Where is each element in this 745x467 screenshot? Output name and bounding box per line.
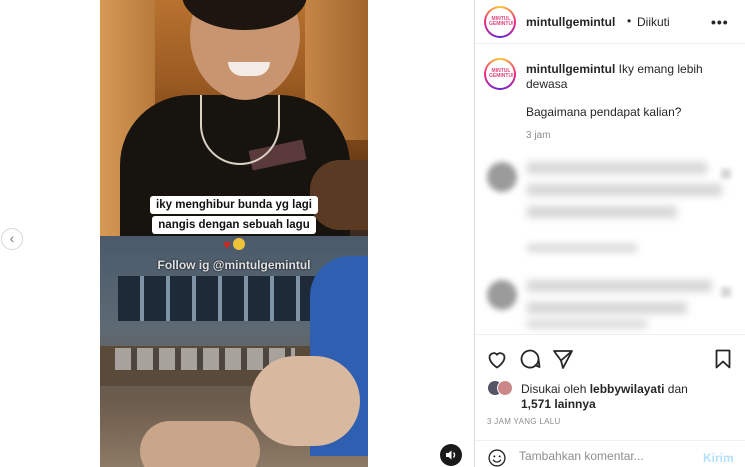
post-timestamp[interactable]: 3 JAM YANG LALU	[487, 417, 561, 426]
post-media-area: ‹ iky menghibur bunda yg lagi nangis den…	[0, 0, 475, 467]
bookmark-icon[interactable]	[711, 347, 735, 371]
blurred-like-icon	[721, 287, 731, 297]
caption-question: Bagaimana pendapat kalian?	[526, 105, 682, 119]
more-options-icon[interactable]: •••	[711, 14, 729, 30]
liker-username[interactable]: lebbywilayati	[590, 382, 665, 396]
avatar-logo-text: MINTUL GEMINTUL	[489, 16, 514, 27]
post-header: MINTUL GEMINTUL mintullgemintul • Diikut…	[475, 0, 745, 44]
blurred-comment-line	[527, 162, 707, 174]
emoji-icon[interactable]	[487, 448, 507, 467]
caption-text: mintullgemintul Iky emang lebih dewasa	[526, 62, 731, 92]
video-watermark: Follow ig @mintulgemintul	[157, 258, 311, 272]
blurred-comment-line	[527, 184, 722, 196]
blurred-comment-line	[527, 302, 687, 314]
video-caption-line: iky menghibur bunda yg lagi	[150, 196, 318, 214]
audio-toggle-button[interactable]	[440, 444, 462, 466]
avatar-logo-text: MINTUL GEMINTUL	[489, 68, 514, 79]
likes-joiner: dan	[667, 382, 688, 396]
comments-list[interactable]: MINTUL GEMINTUL mintullgemintul Iky eman…	[475, 44, 745, 334]
post-video[interactable]: iky menghibur bunda yg lagi nangis denga…	[100, 0, 368, 467]
caption-username[interactable]: mintullgemintul	[526, 62, 615, 76]
caption-emoji: ♥	[100, 237, 368, 252]
author-username[interactable]: mintullgemintul	[526, 15, 615, 29]
blurred-avatar	[487, 162, 517, 192]
follow-status-button[interactable]: Diikuti	[637, 15, 670, 29]
post-side-panel: MINTUL GEMINTUL mintullgemintul • Diikut…	[475, 0, 745, 467]
likes-count[interactable]: 1,571 lainnya	[521, 397, 596, 411]
comment-icon[interactable]	[518, 347, 542, 371]
blurred-comment-meta	[527, 320, 647, 328]
caption-timestamp[interactable]: 3 jam	[526, 130, 550, 141]
instagram-post-view: ‹ iky menghibur bunda yg lagi nangis den…	[0, 0, 745, 467]
scene-windows	[118, 276, 328, 321]
previous-post-button[interactable]: ‹	[1, 228, 23, 250]
blurred-comment-meta	[527, 244, 637, 252]
likes-prefix: Disukai oleh	[521, 382, 587, 396]
blurred-like-icon	[721, 169, 731, 179]
post-comment-button[interactable]: Kirim	[703, 451, 734, 465]
video-caption: iky menghibur bunda yg lagi nangis denga…	[100, 195, 368, 252]
blurred-comment-line	[527, 280, 712, 292]
post-actions: Disukai oleh lebbywilayati dan 1,571 lai…	[475, 334, 745, 467]
heart-icon[interactable]	[485, 347, 509, 371]
avatar	[497, 380, 513, 396]
heart-emoji-icon: ♥	[223, 237, 231, 252]
scene-hand	[140, 421, 260, 467]
liker-avatars	[487, 380, 517, 396]
caption-author-avatar[interactable]: MINTUL GEMINTUL	[484, 58, 516, 90]
blurred-avatar	[487, 280, 517, 310]
share-icon[interactable]	[551, 347, 575, 371]
author-avatar[interactable]: MINTUL GEMINTUL	[484, 6, 516, 38]
speaker-icon	[446, 450, 456, 460]
comment-input[interactable]	[519, 449, 699, 463]
blurred-comment-line	[527, 206, 677, 218]
header-separator: •	[627, 14, 632, 28]
scene-hand	[250, 356, 360, 446]
video-caption-line: nangis dengan sebuah lagu	[152, 216, 316, 234]
likes-text: Disukai oleh lebbywilayati dan	[521, 381, 721, 397]
sad-face-emoji-icon	[232, 238, 245, 250]
comment-composer: Kirim	[475, 440, 745, 467]
